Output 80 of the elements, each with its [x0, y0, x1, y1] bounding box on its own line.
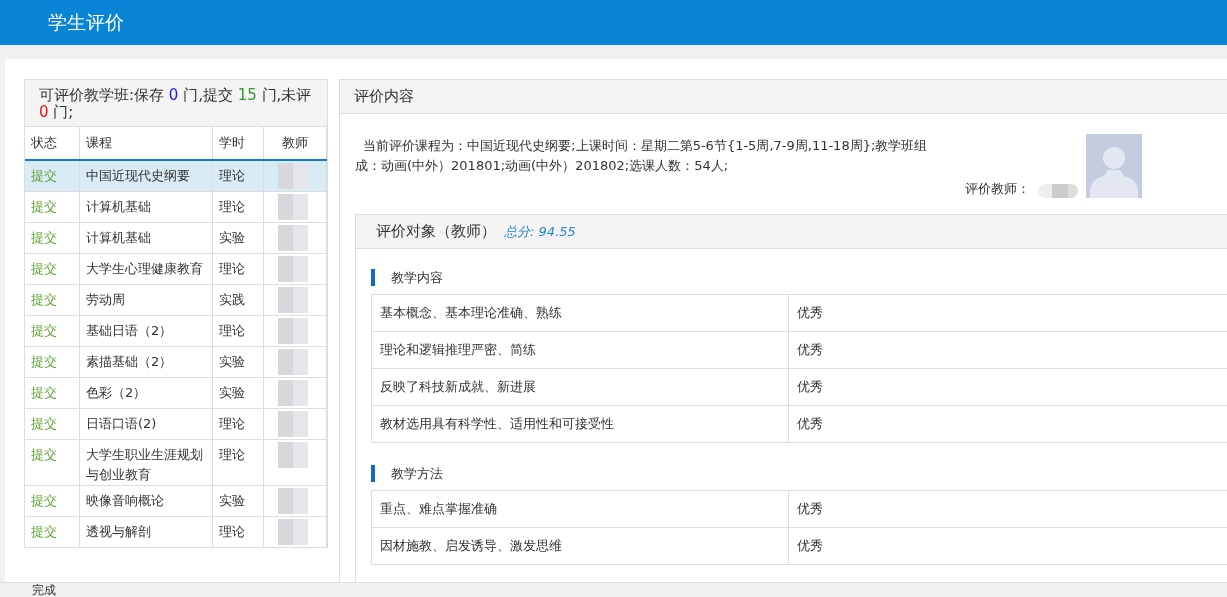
hours-type: 理论: [219, 260, 246, 278]
blurred-name: [278, 194, 308, 220]
status-text: 提交: [31, 354, 57, 369]
course-name: 基础日语（2）: [86, 322, 174, 340]
course-name: 计算机基础: [86, 229, 152, 247]
criterion-cell: 基本概念、基本理论准确、熟练: [371, 294, 789, 332]
blurred-name: [278, 411, 308, 437]
course-name: 色彩（2）: [86, 384, 148, 402]
blurred-name: [278, 349, 308, 375]
criterion-cell: 因材施教、启发诱导、激发思维: [371, 527, 789, 565]
hours-type: 实验: [219, 229, 246, 247]
blurred-name: [278, 225, 308, 251]
status-text: 提交: [31, 168, 57, 183]
course-name: 中国近现代史纲要: [86, 167, 191, 185]
course-name: 素描基础（2）: [86, 353, 174, 371]
blurred-name: [278, 318, 308, 344]
course-row[interactable]: 提交 映像音响概论 实验: [25, 485, 327, 517]
course-name: 大学生心理健康教育: [86, 260, 204, 278]
course-row[interactable]: 提交 色彩（2） 实验: [25, 377, 327, 409]
hours-type: 理论: [219, 198, 246, 216]
course-row[interactable]: 提交 大学生心理健康教育 理论: [25, 253, 327, 285]
blurred-name: [278, 380, 308, 406]
status-text: 提交: [31, 493, 57, 508]
status-text: 提交: [31, 524, 57, 539]
panel-title: 评价内容: [340, 80, 1227, 114]
avatar-icon: [1086, 134, 1142, 198]
course-name: 大学生职业生涯规划与创业教育: [86, 446, 204, 484]
status-text: 提交: [31, 292, 57, 307]
course-row[interactable]: 提交 计算机基础 实验: [25, 222, 327, 254]
rating-cell[interactable]: 优秀: [788, 294, 1227, 332]
blurred-name: [278, 519, 308, 545]
course-row[interactable]: 提交 素描基础（2） 实验: [25, 346, 327, 378]
section-title: 教学方法: [371, 465, 1227, 482]
status-text: 提交: [31, 230, 57, 245]
hours-type: 实验: [219, 492, 246, 510]
hours-type: 理论: [219, 167, 246, 185]
hours-type: 理论: [219, 415, 246, 433]
section-title: 教学内容: [371, 269, 1227, 286]
hours-type: 理论: [219, 446, 246, 464]
hours-type: 实践: [219, 291, 246, 309]
status-text: 提交: [31, 385, 57, 400]
blurred-name: [278, 163, 308, 189]
status-text: 提交: [31, 261, 57, 276]
hours-type: 实验: [219, 353, 246, 371]
status-text: 提交: [31, 199, 57, 214]
course-row[interactable]: 提交 基础日语（2） 理论: [25, 315, 327, 347]
criterion-cell: 重点、难点掌握准确: [371, 490, 789, 528]
teacher-label: 评价教师：: [965, 180, 1030, 198]
rating-cell[interactable]: 优秀: [788, 490, 1227, 528]
course-row[interactable]: 提交 计算机基础 理论: [25, 191, 327, 223]
criterion-cell: 反映了科技新成就、新进展: [371, 368, 789, 406]
hours-type: 理论: [219, 322, 246, 340]
status-text: 提交: [31, 447, 57, 462]
blurred-name: [278, 442, 308, 468]
blurred-name: [278, 256, 308, 282]
total-score: 总分: 94.55: [504, 223, 576, 241]
criterion-cell: 理论和逻辑推理严密、简练: [371, 331, 789, 369]
page-title: 学生评价: [48, 9, 124, 35]
blurred-name: [278, 488, 308, 514]
course-name: 映像音响概论: [86, 492, 165, 510]
criterion-cell: 教材选用具有科学性、适用性和可接受性: [371, 405, 789, 443]
target-title: 评价对象（教师）: [376, 222, 496, 241]
course-name: 计算机基础: [86, 198, 152, 216]
status-text: 提交: [31, 416, 57, 431]
status-text: 完成: [32, 584, 56, 596]
blurred-name: [1038, 184, 1078, 198]
course-name: 劳动周: [86, 291, 126, 309]
course-row[interactable]: 提交 劳动周 实践: [25, 284, 327, 316]
blurred-name: [278, 287, 308, 313]
course-name: 日语口语(2): [86, 415, 158, 433]
course-row[interactable]: 提交 中国近现代史纲要 理论: [25, 160, 327, 192]
course-info: 当前评价课程为：中国近现代史纲要;上课时间：星期二第5-6节{1-5周,7-9周,11-18周};教学班组成：动画(中外）201801;动画(中外）201802;选课人数：54人;: [355, 137, 929, 175]
course-name: 透视与解剖: [86, 523, 152, 541]
course-row[interactable]: 提交 透视与解剖 理论: [25, 516, 327, 548]
course-row[interactable]: 提交 大学生职业生涯规划与创业教育 理论: [25, 439, 327, 486]
hours-type: 实验: [219, 384, 246, 402]
hours-type: 理论: [219, 523, 246, 541]
status-text: 提交: [31, 323, 57, 338]
course-row[interactable]: 提交 日语口语(2) 理论: [25, 408, 327, 440]
course-summary: 可评价教学班:保存 0 门,提交 15 门,未评 0 门;: [25, 80, 327, 127]
